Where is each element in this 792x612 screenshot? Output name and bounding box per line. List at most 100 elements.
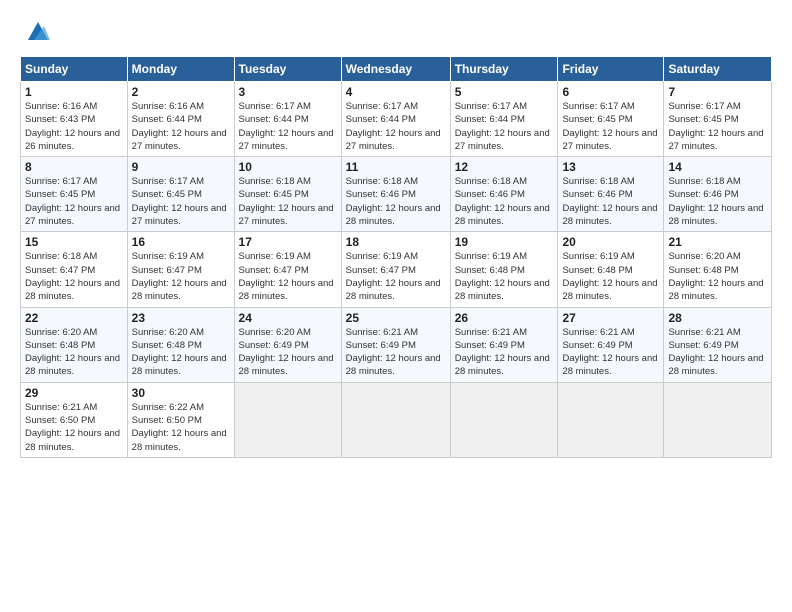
day-info: Sunrise: 6:19 AM Sunset: 6:47 PM Dayligh… <box>132 250 230 303</box>
day-number: 18 <box>346 235 446 249</box>
calendar-cell: 23 Sunrise: 6:20 AM Sunset: 6:48 PM Dayl… <box>127 307 234 382</box>
calendar-header-row: SundayMondayTuesdayWednesdayThursdayFrid… <box>21 57 772 82</box>
day-number: 20 <box>562 235 659 249</box>
calendar-cell <box>234 382 341 457</box>
day-number: 15 <box>25 235 123 249</box>
day-number: 3 <box>239 85 337 99</box>
day-number: 2 <box>132 85 230 99</box>
calendar-cell: 6 Sunrise: 6:17 AM Sunset: 6:45 PM Dayli… <box>558 82 664 157</box>
calendar-header-thursday: Thursday <box>450 57 558 82</box>
day-info: Sunrise: 6:18 AM Sunset: 6:46 PM Dayligh… <box>455 175 554 228</box>
calendar-cell: 10 Sunrise: 6:18 AM Sunset: 6:45 PM Dayl… <box>234 157 341 232</box>
day-info: Sunrise: 6:18 AM Sunset: 6:45 PM Dayligh… <box>239 175 337 228</box>
day-info: Sunrise: 6:17 AM Sunset: 6:44 PM Dayligh… <box>455 100 554 153</box>
day-number: 23 <box>132 311 230 325</box>
calendar-cell <box>450 382 558 457</box>
day-info: Sunrise: 6:17 AM Sunset: 6:45 PM Dayligh… <box>25 175 123 228</box>
calendar-cell: 14 Sunrise: 6:18 AM Sunset: 6:46 PM Dayl… <box>664 157 772 232</box>
day-number: 13 <box>562 160 659 174</box>
calendar-cell: 16 Sunrise: 6:19 AM Sunset: 6:47 PM Dayl… <box>127 232 234 307</box>
calendar-header-friday: Friday <box>558 57 664 82</box>
day-number: 6 <box>562 85 659 99</box>
calendar-header-tuesday: Tuesday <box>234 57 341 82</box>
day-number: 30 <box>132 386 230 400</box>
calendar-cell: 13 Sunrise: 6:18 AM Sunset: 6:46 PM Dayl… <box>558 157 664 232</box>
day-number: 25 <box>346 311 446 325</box>
calendar-cell: 3 Sunrise: 6:17 AM Sunset: 6:44 PM Dayli… <box>234 82 341 157</box>
day-info: Sunrise: 6:17 AM Sunset: 6:44 PM Dayligh… <box>239 100 337 153</box>
day-number: 7 <box>668 85 767 99</box>
calendar-cell: 19 Sunrise: 6:19 AM Sunset: 6:48 PM Dayl… <box>450 232 558 307</box>
calendar-cell: 12 Sunrise: 6:18 AM Sunset: 6:46 PM Dayl… <box>450 157 558 232</box>
day-number: 12 <box>455 160 554 174</box>
calendar-cell: 17 Sunrise: 6:19 AM Sunset: 6:47 PM Dayl… <box>234 232 341 307</box>
day-info: Sunrise: 6:20 AM Sunset: 6:48 PM Dayligh… <box>132 326 230 379</box>
day-info: Sunrise: 6:21 AM Sunset: 6:49 PM Dayligh… <box>346 326 446 379</box>
calendar-cell: 21 Sunrise: 6:20 AM Sunset: 6:48 PM Dayl… <box>664 232 772 307</box>
day-number: 21 <box>668 235 767 249</box>
day-number: 8 <box>25 160 123 174</box>
day-number: 16 <box>132 235 230 249</box>
calendar-header-monday: Monday <box>127 57 234 82</box>
page: SundayMondayTuesdayWednesdayThursdayFrid… <box>0 0 792 468</box>
day-info: Sunrise: 6:16 AM Sunset: 6:44 PM Dayligh… <box>132 100 230 153</box>
calendar-cell: 29 Sunrise: 6:21 AM Sunset: 6:50 PM Dayl… <box>21 382 128 457</box>
calendar-cell: 1 Sunrise: 6:16 AM Sunset: 6:43 PM Dayli… <box>21 82 128 157</box>
day-info: Sunrise: 6:17 AM Sunset: 6:45 PM Dayligh… <box>562 100 659 153</box>
logo <box>20 18 52 46</box>
day-number: 5 <box>455 85 554 99</box>
day-info: Sunrise: 6:20 AM Sunset: 6:48 PM Dayligh… <box>25 326 123 379</box>
day-number: 27 <box>562 311 659 325</box>
calendar-cell: 9 Sunrise: 6:17 AM Sunset: 6:45 PM Dayli… <box>127 157 234 232</box>
calendar-cell: 18 Sunrise: 6:19 AM Sunset: 6:47 PM Dayl… <box>341 232 450 307</box>
calendar-cell: 27 Sunrise: 6:21 AM Sunset: 6:49 PM Dayl… <box>558 307 664 382</box>
day-info: Sunrise: 6:22 AM Sunset: 6:50 PM Dayligh… <box>132 401 230 454</box>
calendar-cell: 25 Sunrise: 6:21 AM Sunset: 6:49 PM Dayl… <box>341 307 450 382</box>
day-number: 1 <box>25 85 123 99</box>
calendar-cell: 11 Sunrise: 6:18 AM Sunset: 6:46 PM Dayl… <box>341 157 450 232</box>
day-info: Sunrise: 6:18 AM Sunset: 6:46 PM Dayligh… <box>668 175 767 228</box>
calendar-header-saturday: Saturday <box>664 57 772 82</box>
day-info: Sunrise: 6:17 AM Sunset: 6:44 PM Dayligh… <box>346 100 446 153</box>
calendar-table: SundayMondayTuesdayWednesdayThursdayFrid… <box>20 56 772 458</box>
day-number: 10 <box>239 160 337 174</box>
day-number: 11 <box>346 160 446 174</box>
calendar-header-sunday: Sunday <box>21 57 128 82</box>
calendar-cell: 22 Sunrise: 6:20 AM Sunset: 6:48 PM Dayl… <box>21 307 128 382</box>
calendar-week-5: 29 Sunrise: 6:21 AM Sunset: 6:50 PM Dayl… <box>21 382 772 457</box>
day-info: Sunrise: 6:21 AM Sunset: 6:49 PM Dayligh… <box>668 326 767 379</box>
day-info: Sunrise: 6:17 AM Sunset: 6:45 PM Dayligh… <box>668 100 767 153</box>
day-number: 9 <box>132 160 230 174</box>
day-info: Sunrise: 6:20 AM Sunset: 6:48 PM Dayligh… <box>668 250 767 303</box>
calendar-cell: 15 Sunrise: 6:18 AM Sunset: 6:47 PM Dayl… <box>21 232 128 307</box>
day-number: 26 <box>455 311 554 325</box>
day-info: Sunrise: 6:18 AM Sunset: 6:46 PM Dayligh… <box>562 175 659 228</box>
day-number: 19 <box>455 235 554 249</box>
day-info: Sunrise: 6:18 AM Sunset: 6:47 PM Dayligh… <box>25 250 123 303</box>
day-info: Sunrise: 6:18 AM Sunset: 6:46 PM Dayligh… <box>346 175 446 228</box>
day-number: 29 <box>25 386 123 400</box>
day-info: Sunrise: 6:21 AM Sunset: 6:50 PM Dayligh… <box>25 401 123 454</box>
calendar-cell: 2 Sunrise: 6:16 AM Sunset: 6:44 PM Dayli… <box>127 82 234 157</box>
day-info: Sunrise: 6:20 AM Sunset: 6:49 PM Dayligh… <box>239 326 337 379</box>
calendar-week-2: 8 Sunrise: 6:17 AM Sunset: 6:45 PM Dayli… <box>21 157 772 232</box>
calendar-cell <box>558 382 664 457</box>
day-number: 22 <box>25 311 123 325</box>
day-info: Sunrise: 6:21 AM Sunset: 6:49 PM Dayligh… <box>455 326 554 379</box>
day-number: 24 <box>239 311 337 325</box>
calendar-cell: 8 Sunrise: 6:17 AM Sunset: 6:45 PM Dayli… <box>21 157 128 232</box>
day-info: Sunrise: 6:19 AM Sunset: 6:47 PM Dayligh… <box>239 250 337 303</box>
calendar-cell <box>664 382 772 457</box>
calendar-cell: 30 Sunrise: 6:22 AM Sunset: 6:50 PM Dayl… <box>127 382 234 457</box>
day-number: 17 <box>239 235 337 249</box>
calendar-cell: 5 Sunrise: 6:17 AM Sunset: 6:44 PM Dayli… <box>450 82 558 157</box>
day-info: Sunrise: 6:19 AM Sunset: 6:47 PM Dayligh… <box>346 250 446 303</box>
logo-icon <box>24 18 52 46</box>
calendar-cell: 26 Sunrise: 6:21 AM Sunset: 6:49 PM Dayl… <box>450 307 558 382</box>
day-info: Sunrise: 6:19 AM Sunset: 6:48 PM Dayligh… <box>562 250 659 303</box>
day-info: Sunrise: 6:16 AM Sunset: 6:43 PM Dayligh… <box>25 100 123 153</box>
day-info: Sunrise: 6:19 AM Sunset: 6:48 PM Dayligh… <box>455 250 554 303</box>
day-number: 28 <box>668 311 767 325</box>
day-number: 14 <box>668 160 767 174</box>
day-number: 4 <box>346 85 446 99</box>
